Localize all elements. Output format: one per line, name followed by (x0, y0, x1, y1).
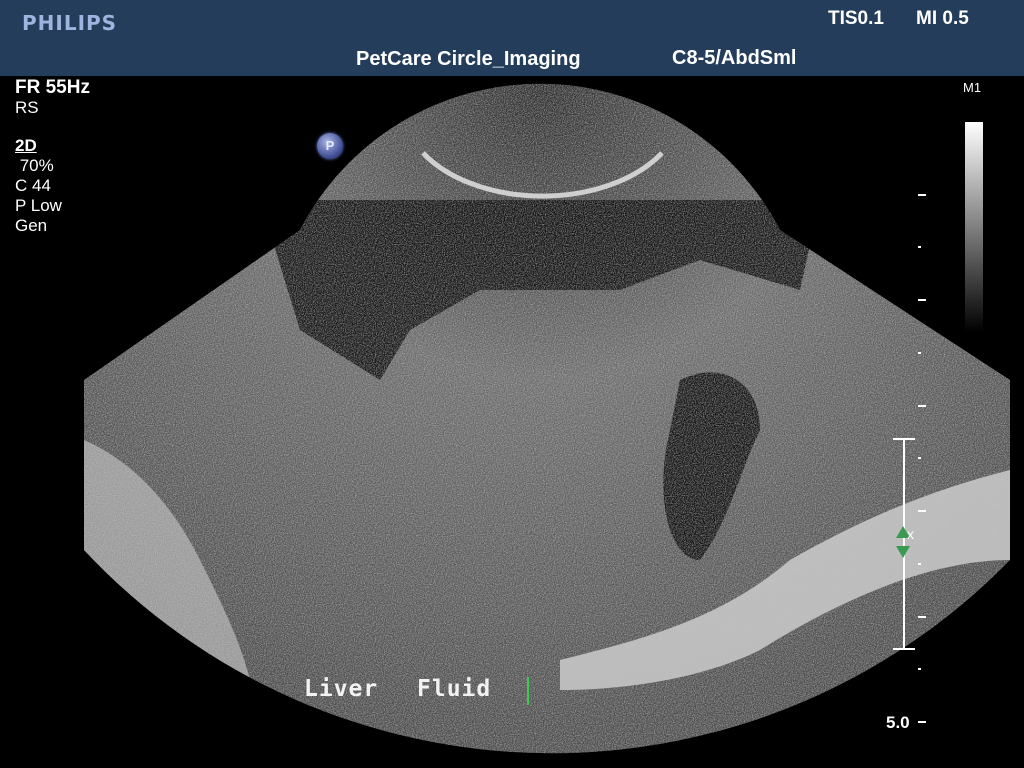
header-bar: PHILIPS TIS0.1 MI 0.5 PetCare Circle_Ima… (0, 0, 1024, 76)
mi-readout: MI 0.5 (916, 8, 969, 29)
depth-tick (918, 352, 921, 354)
focus-x-icon: x (907, 526, 914, 542)
depth-tick (918, 246, 921, 248)
compression-value: C 44 (15, 176, 51, 195)
depth-tick (918, 616, 926, 618)
depth-tick (918, 194, 926, 196)
p-marker-icon: P (317, 133, 343, 159)
annotation-liver: Liver (304, 676, 379, 702)
brand-logo: PHILIPS (22, 11, 118, 35)
depth-tick (918, 721, 926, 723)
gain-value: 70% (15, 156, 54, 175)
depth-tick (918, 299, 926, 301)
imaging-parameters: FR 55Hz RS 2D 70% C 44 P Low Gen (15, 78, 90, 236)
frequency-value: Gen (15, 216, 48, 235)
depth-tick (918, 405, 926, 407)
frame-rate: FR 55Hz (15, 77, 90, 98)
grayscale-bar (965, 122, 983, 332)
persistence-value: P Low (15, 196, 62, 215)
depth-tick (918, 510, 926, 512)
focus-caliper-bottom[interactable] (893, 648, 915, 650)
sector-scan (84, 83, 1010, 754)
resolution-setting: RS (15, 98, 39, 117)
depth-tick (918, 668, 921, 670)
ultrasound-image (84, 83, 1010, 754)
mode-label: 2D (15, 136, 37, 155)
tis-readout: TIS0.1 (828, 8, 884, 29)
probe-preset: C8-5/AbdSml (672, 47, 797, 69)
depth-tick (918, 457, 921, 459)
depth-tick (918, 563, 921, 565)
grayscale-map-label: M1 (963, 80, 982, 95)
depth-label: 5.0 (886, 713, 910, 732)
annotation-fluid: Fluid (417, 676, 492, 702)
clinic-name: PetCare Circle_Imaging (356, 48, 581, 70)
text-cursor (527, 677, 529, 705)
